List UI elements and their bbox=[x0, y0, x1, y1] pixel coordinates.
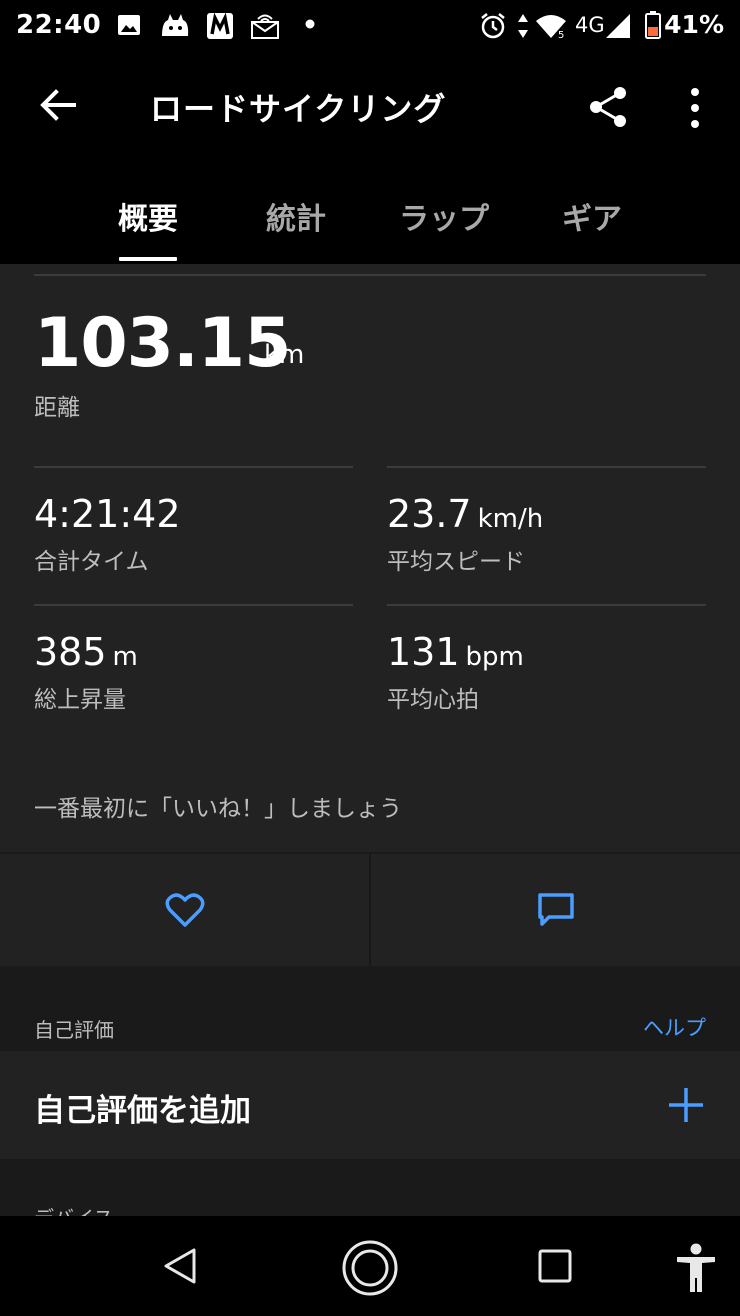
distance-value: 103.15 bbox=[34, 304, 291, 383]
summary-card: 103.15 km 距離 4:21:42 合計タイム 23.7 km/h 平均スピ… bbox=[0, 264, 740, 852]
comment-icon bbox=[537, 893, 574, 926]
system-nav-bar bbox=[0, 1216, 740, 1316]
status-time: 22:40 bbox=[16, 10, 102, 40]
add-self-evaluation-row[interactable]: 自己評価を追加 bbox=[0, 1051, 740, 1159]
battery-icon bbox=[645, 11, 661, 39]
data-arrows-icon bbox=[518, 14, 528, 38]
tab-indicator bbox=[119, 257, 177, 261]
avg-speed-value: 23.7 km/h bbox=[387, 492, 544, 536]
image-icon bbox=[118, 15, 140, 35]
comment-button[interactable] bbox=[371, 854, 740, 966]
back-arrow-icon[interactable] bbox=[34, 80, 84, 130]
avg-heart-rate-value: 131 bpm bbox=[387, 630, 524, 674]
distance-label: 距離 bbox=[34, 395, 80, 421]
avg-heart-rate-label: 平均心拍 bbox=[387, 687, 479, 713]
wifi-icon: 5 bbox=[536, 15, 566, 40]
nav-back-icon[interactable] bbox=[160, 1246, 200, 1286]
divider bbox=[387, 466, 706, 468]
accessibility-icon[interactable] bbox=[674, 1242, 718, 1294]
tab-bar: 概要 統計 ラップ ギア bbox=[0, 162, 740, 264]
tab-laps[interactable]: ラップ bbox=[384, 194, 504, 238]
dot-icon bbox=[305, 19, 315, 29]
battery-percent: 41% bbox=[664, 10, 724, 39]
share-icon[interactable] bbox=[584, 82, 634, 132]
svg-text:5: 5 bbox=[558, 30, 564, 40]
newsletter-icon bbox=[251, 14, 279, 39]
signal-icon bbox=[606, 14, 630, 38]
total-time-label: 合計タイム bbox=[34, 549, 149, 575]
content-scroll[interactable]: 103.15 km 距離 4:21:42 合計タイム 23.7 km/h 平均スピ… bbox=[0, 264, 740, 1216]
tab-gear[interactable]: ギア bbox=[532, 194, 652, 238]
nav-recents-icon[interactable] bbox=[537, 1248, 573, 1284]
divider bbox=[34, 604, 353, 606]
tab-stats[interactable]: 統計 bbox=[236, 194, 356, 238]
tab-overview[interactable]: 概要 bbox=[88, 194, 208, 238]
app-bar: ロードサイクリング bbox=[0, 52, 740, 162]
help-link[interactable]: ヘルプ bbox=[643, 1012, 706, 1042]
distance-unit: km bbox=[264, 340, 305, 370]
divider bbox=[387, 604, 706, 606]
heart-icon bbox=[165, 893, 204, 927]
device-section-title: デバイス bbox=[34, 1202, 113, 1216]
like-button[interactable] bbox=[0, 854, 369, 966]
network-type: 4G bbox=[575, 13, 605, 37]
cat-app-icon bbox=[162, 14, 189, 36]
divider bbox=[34, 274, 706, 276]
status-bar: 22:40 5 4G 41% bbox=[0, 0, 740, 52]
avg-speed-label: 平均スピード bbox=[387, 549, 525, 575]
total-ascent-value: 385 m bbox=[34, 630, 138, 674]
add-self-evaluation-label: 自己評価を追加 bbox=[34, 1093, 251, 1129]
plus-icon[interactable] bbox=[666, 1085, 706, 1125]
more-vert-icon[interactable] bbox=[680, 84, 710, 134]
divider bbox=[34, 466, 353, 468]
alarm-icon bbox=[481, 13, 505, 39]
total-ascent-label: 総上昇量 bbox=[34, 687, 126, 713]
action-row bbox=[0, 854, 740, 966]
total-time-value: 4:21:42 bbox=[34, 492, 181, 536]
like-prompt: 一番最初に「いいね！」しましょう bbox=[34, 796, 402, 822]
m-app-icon bbox=[207, 12, 233, 39]
nav-home-icon[interactable] bbox=[340, 1238, 400, 1298]
page-title: ロードサイクリング bbox=[150, 90, 447, 128]
self-evaluation-title: 自己評価 bbox=[34, 1018, 114, 1042]
